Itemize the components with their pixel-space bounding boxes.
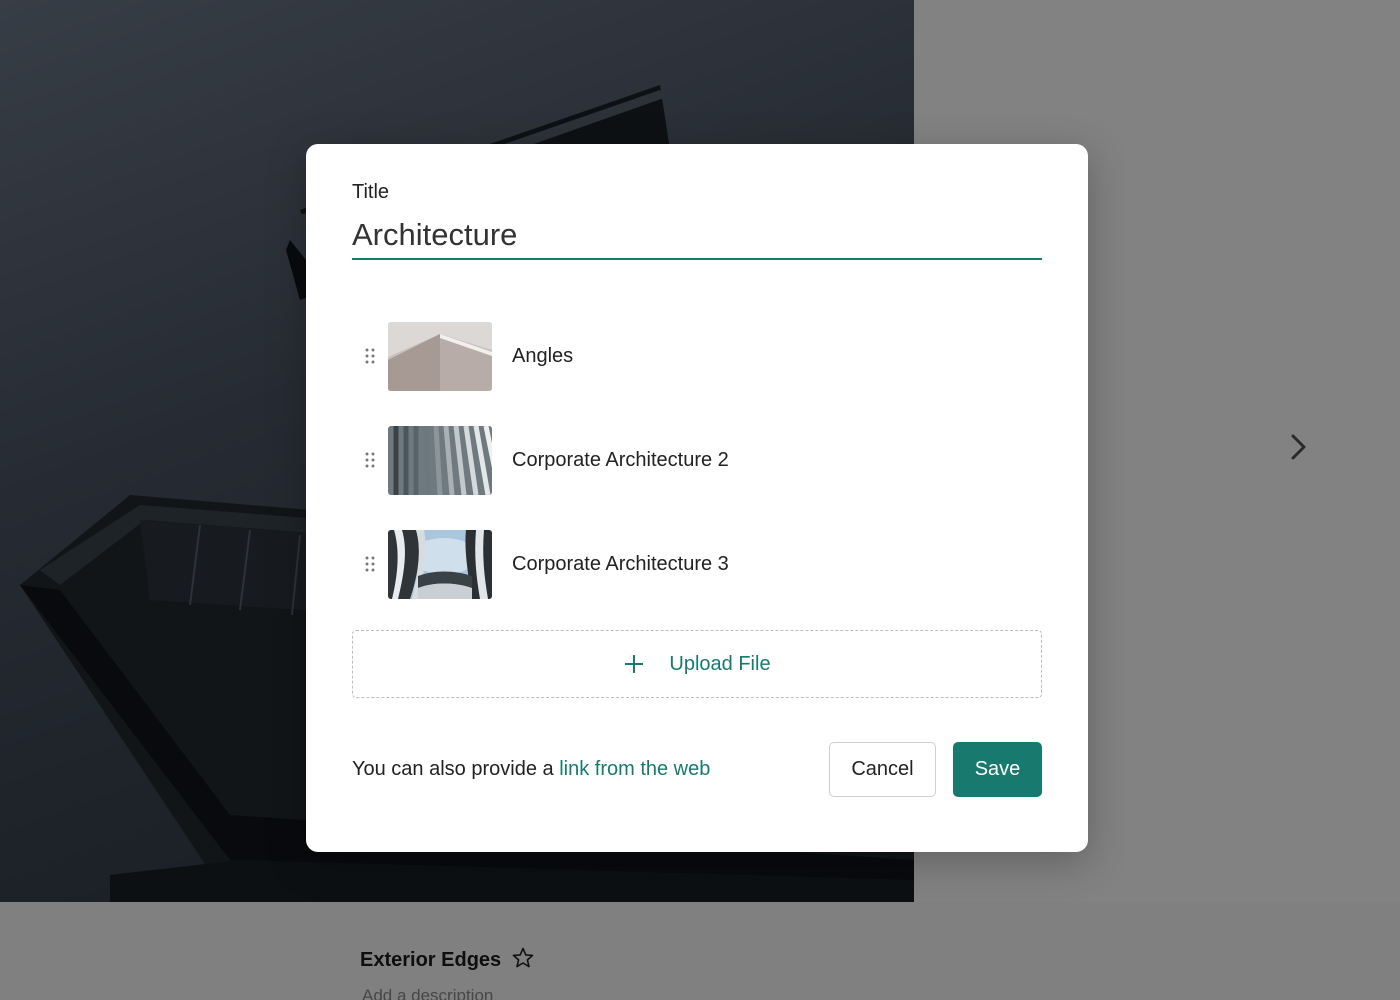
file-row[interactable]: Corporate Architecture 2 xyxy=(352,408,1042,512)
file-row[interactable]: Angles xyxy=(352,304,1042,408)
title-input[interactable] xyxy=(352,212,1042,260)
web-link-hint-text: You can also provide a xyxy=(352,758,554,780)
file-row[interactable]: Corporate Architecture 3 xyxy=(352,512,1042,616)
link-from-web[interactable]: link from the web xyxy=(559,758,710,780)
drag-handle-icon[interactable] xyxy=(352,452,388,468)
drag-handle-icon[interactable] xyxy=(352,556,388,572)
title-label: Title xyxy=(352,181,390,203)
file-thumbnail xyxy=(388,425,492,495)
file-name: Corporate Architecture 2 xyxy=(512,448,729,471)
upload-file-label: Upload File xyxy=(669,652,771,675)
drag-handle-icon[interactable] xyxy=(352,348,388,364)
plus-icon xyxy=(625,655,644,673)
cancel-button[interactable]: Cancel xyxy=(829,742,936,797)
file-thumbnail xyxy=(388,529,492,599)
save-button[interactable]: Save xyxy=(953,742,1042,797)
file-name: Corporate Architecture 3 xyxy=(512,552,729,575)
file-name: Angles xyxy=(512,344,574,367)
next-photo-button[interactable] xyxy=(1284,430,1314,464)
file-list: Angles Corporate Architecture 2 Corporat… xyxy=(352,304,1042,616)
chevron-right-icon xyxy=(1291,434,1306,460)
web-link-hint: You can also provide a link from the web xyxy=(352,758,710,781)
edit-album-modal: Title Angles xyxy=(306,144,1088,852)
upload-file-button[interactable]: Upload File xyxy=(352,630,1042,698)
file-thumbnail xyxy=(388,321,492,391)
